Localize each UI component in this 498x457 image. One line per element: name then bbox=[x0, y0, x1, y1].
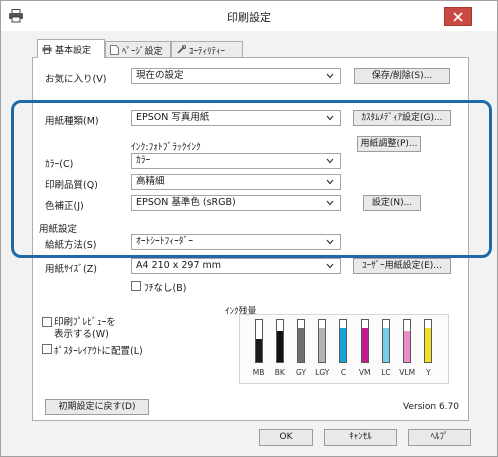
chevron-down-icon bbox=[326, 239, 334, 245]
chevron-down-icon bbox=[326, 158, 334, 164]
paper-size-label: 用紙ｻｲｽﾞ(Z) bbox=[45, 264, 97, 275]
ink-levels-gauge: MB BK GY LGY C VM LC VLM Y bbox=[248, 317, 439, 381]
ink-column-gy: GY bbox=[290, 317, 311, 381]
ink-name: C bbox=[340, 368, 347, 377]
ink-tank bbox=[403, 319, 412, 363]
chevron-down-icon bbox=[326, 263, 334, 269]
color-correction-label: 色補正(J) bbox=[45, 201, 84, 212]
ink-column-vm: VM bbox=[354, 317, 375, 381]
ink-fill bbox=[382, 328, 389, 362]
layout-label: ﾎﾟｽﾀｰﾚｲｱｳﾄに配置(L) bbox=[54, 346, 143, 357]
title-bar[interactable]: 印刷設定 bbox=[1, 1, 497, 31]
color-settings-button[interactable]: 設定(N)... bbox=[363, 195, 421, 211]
paper-source-value: ｵｰﾄｼｰﾄﾌｨｰﾀﾞｰ bbox=[136, 236, 194, 247]
chevron-down-icon bbox=[326, 73, 334, 79]
tab-page-settings[interactable]: ﾍﾟｰｼﾞ設定 bbox=[105, 41, 171, 58]
ink-tank bbox=[381, 319, 390, 363]
ink-tank bbox=[339, 319, 348, 363]
ink-name: LGY bbox=[315, 368, 330, 377]
user-paper-size-button[interactable]: ﾕｰｻﾞｰ用紙設定(E)... bbox=[353, 258, 451, 274]
ink-column-y: Y bbox=[418, 317, 439, 381]
save-delete-button[interactable]: 保存/削除(S)... bbox=[354, 68, 450, 84]
ink-tank bbox=[360, 319, 369, 363]
media-type-select[interactable]: EPSON 写真用紙 bbox=[131, 110, 341, 126]
print-quality-value: 高精細 bbox=[136, 176, 165, 187]
ink-fill bbox=[298, 328, 305, 362]
color-correction-value: EPSON 基準色 (sRGB) bbox=[136, 197, 236, 208]
ink-fill bbox=[255, 338, 262, 362]
show-preview-checkbox[interactable] bbox=[42, 317, 52, 327]
favorites-value: 現在の設定 bbox=[136, 70, 184, 81]
show-preview-label-line2: 表示する(W) bbox=[54, 329, 109, 340]
ink-tank bbox=[275, 319, 284, 363]
layout-checkbox[interactable] bbox=[42, 344, 52, 354]
ink-column-c: C bbox=[333, 317, 354, 381]
ink-fill bbox=[404, 330, 411, 362]
paper-adjust-button[interactable]: 用紙調整(P)... bbox=[357, 136, 421, 152]
color-label: ｶﾗｰ(C) bbox=[45, 159, 74, 170]
close-button[interactable] bbox=[444, 7, 472, 26]
borderless-label: ﾌﾁなし(B) bbox=[144, 283, 187, 294]
printer-icon bbox=[42, 44, 52, 54]
ink-column-mb: MB bbox=[248, 317, 269, 381]
ink-name: VM bbox=[358, 368, 371, 377]
ink-fill bbox=[361, 328, 368, 362]
tab-label: ﾕｰﾃｨﾘﾃｨｰ bbox=[189, 46, 226, 57]
paper-size-select[interactable]: A4 210 x 297 mm bbox=[131, 258, 341, 274]
favorites-select[interactable]: 現在の設定 bbox=[131, 68, 341, 84]
ink-column-bk: BK bbox=[269, 317, 290, 381]
ink-column-vlm: VLM bbox=[397, 317, 418, 381]
restore-defaults-button[interactable]: 初期設定に戻す(D) bbox=[45, 399, 149, 415]
media-type-value: EPSON 写真用紙 bbox=[136, 112, 210, 123]
ink-fill bbox=[276, 330, 283, 362]
ink-fill bbox=[319, 328, 326, 362]
ink-fill bbox=[425, 328, 432, 362]
paper-source-label: 給紙方法(S) bbox=[45, 240, 97, 251]
paper-size-value: A4 210 x 297 mm bbox=[136, 260, 222, 271]
custom-media-button[interactable]: ｶｽﾀﾑﾒﾃﾞｨｱ設定(G)... bbox=[353, 110, 451, 126]
wrench-icon bbox=[177, 45, 186, 54]
page-icon bbox=[110, 45, 119, 55]
chevron-down-icon bbox=[326, 115, 334, 121]
chevron-down-icon bbox=[326, 179, 334, 185]
ink-name: MB bbox=[252, 368, 265, 377]
help-button[interactable]: ﾍﾙﾌﾟ bbox=[408, 429, 471, 446]
ok-button[interactable]: OK bbox=[259, 429, 313, 446]
ink-tank bbox=[318, 319, 327, 363]
chevron-down-icon bbox=[326, 200, 334, 206]
ink-column-lc: LC bbox=[375, 317, 396, 381]
ink-name: BK bbox=[274, 368, 285, 377]
ink-tank bbox=[254, 319, 263, 363]
media-type-label: 用紙種類(M) bbox=[45, 116, 99, 127]
ink-tank bbox=[424, 319, 433, 363]
color-correction-select[interactable]: EPSON 基準色 (sRGB) bbox=[131, 195, 341, 211]
ink-name: LC bbox=[381, 368, 391, 377]
ink-name: VLM bbox=[399, 368, 416, 377]
print-settings-dialog: 印刷設定 基本設定 ﾍﾟｰｼﾞ設定 ﾕｰﾃｨﾘﾃｨｰ お気に入り(V) 現在の設… bbox=[0, 0, 498, 457]
close-icon bbox=[453, 11, 463, 22]
cancel-button[interactable]: ｷｬﾝｾﾙ bbox=[324, 429, 397, 446]
ink-name: Y bbox=[426, 368, 431, 377]
ink-name: GY bbox=[296, 368, 307, 377]
paper-source-select[interactable]: ｵｰﾄｼｰﾄﾌｨｰﾀﾞｰ bbox=[131, 234, 341, 250]
tab-basic-settings[interactable]: 基本設定 bbox=[37, 39, 105, 58]
ink-column-lgy: LGY bbox=[312, 317, 333, 381]
color-value: ｶﾗｰ bbox=[136, 155, 151, 166]
tab-utility[interactable]: ﾕｰﾃｨﾘﾃｨｰ bbox=[171, 41, 243, 58]
window-title: 印刷設定 bbox=[227, 11, 271, 24]
borderless-checkbox[interactable] bbox=[131, 281, 141, 291]
ink-fill bbox=[340, 328, 347, 362]
favorites-label: お気に入り(V) bbox=[45, 74, 107, 85]
ink-tank bbox=[297, 319, 306, 363]
tab-label: ﾍﾟｰｼﾞ設定 bbox=[122, 46, 163, 57]
paper-settings-group-label: 用紙設定 bbox=[39, 224, 78, 235]
print-quality-label: 印刷品質(Q) bbox=[45, 180, 98, 191]
driver-version: Version 6.70 bbox=[403, 402, 459, 412]
print-quality-select[interactable]: 高精細 bbox=[131, 174, 341, 190]
tab-label: 基本設定 bbox=[55, 45, 92, 56]
color-select[interactable]: ｶﾗｰ bbox=[131, 153, 341, 169]
ink-type-text: ｲﾝｸ:ﾌｫﾄﾌﾞﾗｯｸｲﾝｸ bbox=[131, 142, 201, 153]
